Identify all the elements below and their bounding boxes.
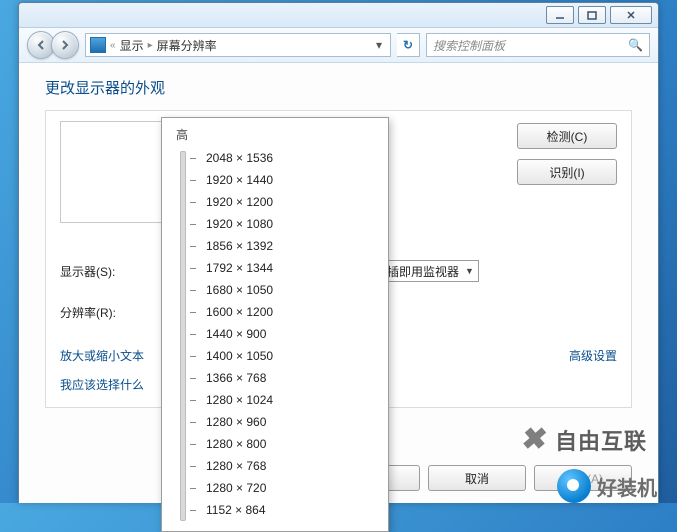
search-input[interactable]: 搜索控制面板 🔍: [426, 33, 650, 57]
resolution-slider-popup[interactable]: 高 2048 × 15361920 × 14401920 × 12001920 …: [161, 117, 389, 532]
resolution-option[interactable]: 1600 × 1200: [190, 301, 378, 323]
breadcrumb-item[interactable]: 显示: [120, 37, 144, 54]
cancel-button[interactable]: 取消: [428, 465, 526, 491]
breadcrumb-chevron-icon: «: [110, 40, 116, 51]
advanced-settings-link[interactable]: 高级设置: [569, 347, 617, 393]
page-title: 更改显示器的外观: [45, 77, 632, 98]
slider-high-label: 高: [176, 126, 378, 143]
apply-button[interactable]: 应用(A): [534, 465, 632, 491]
slider-track[interactable]: [176, 147, 190, 521]
identify-button[interactable]: 识别(I): [517, 159, 617, 185]
address-bar[interactable]: « 显示 ▸ 屏幕分辨率 ▾: [85, 33, 391, 57]
resolution-option[interactable]: 1280 × 800: [190, 433, 378, 455]
resolution-option[interactable]: 1920 × 1440: [190, 169, 378, 191]
toolbar: « 显示 ▸ 屏幕分辨率 ▾ ↻ 搜索控制面板 🔍: [19, 28, 658, 63]
breadcrumb-item[interactable]: 屏幕分辨率: [157, 37, 217, 54]
resolution-option[interactable]: 1440 × 900: [190, 323, 378, 345]
search-icon[interactable]: 🔍: [628, 38, 643, 52]
display-label: 显示器(S):: [60, 263, 140, 280]
resolution-option[interactable]: 2048 × 1536: [190, 147, 378, 169]
control-panel-window: « 显示 ▸ 屏幕分辨率 ▾ ↻ 搜索控制面板 🔍 更改显示器的外观 检测(C)…: [18, 2, 659, 503]
text-size-link[interactable]: 放大或缩小文本: [60, 347, 144, 364]
resolution-options: 2048 × 15361920 × 14401920 × 12001920 × …: [190, 147, 378, 521]
address-dropdown-icon[interactable]: ▾: [372, 38, 386, 52]
resolution-option[interactable]: 1920 × 1200: [190, 191, 378, 213]
detect-button[interactable]: 检测(C): [517, 123, 617, 149]
resolution-option[interactable]: 1152 × 864: [190, 499, 378, 521]
forward-button[interactable]: [51, 31, 79, 59]
resolution-option[interactable]: 1366 × 768: [190, 367, 378, 389]
search-placeholder: 搜索控制面板: [433, 37, 505, 54]
resolution-option[interactable]: 1920 × 1080: [190, 213, 378, 235]
resolution-option[interactable]: 1856 × 1392: [190, 235, 378, 257]
control-panel-icon: [90, 37, 106, 53]
close-button[interactable]: [610, 6, 652, 24]
nav-buttons: [27, 31, 79, 59]
which-setting-link[interactable]: 我应该选择什么: [60, 376, 144, 393]
minimize-button[interactable]: [546, 6, 574, 24]
resolution-option[interactable]: 1680 × 1050: [190, 279, 378, 301]
chevron-down-icon: ▼: [465, 266, 474, 276]
refresh-button[interactable]: ↻: [397, 33, 420, 57]
resolution-option[interactable]: 1792 × 1344: [190, 257, 378, 279]
resolution-label: 分辨率(R):: [60, 304, 140, 321]
resolution-option[interactable]: 1280 × 768: [190, 455, 378, 477]
maximize-button[interactable]: [578, 6, 606, 24]
resolution-option[interactable]: 1400 × 1050: [190, 345, 378, 367]
resolution-option[interactable]: 1280 × 1024: [190, 389, 378, 411]
titlebar: [19, 3, 658, 28]
resolution-option[interactable]: 1280 × 720: [190, 477, 378, 499]
resolution-option[interactable]: 1280 × 960: [190, 411, 378, 433]
breadcrumb-chevron-icon: ▸: [148, 40, 153, 51]
